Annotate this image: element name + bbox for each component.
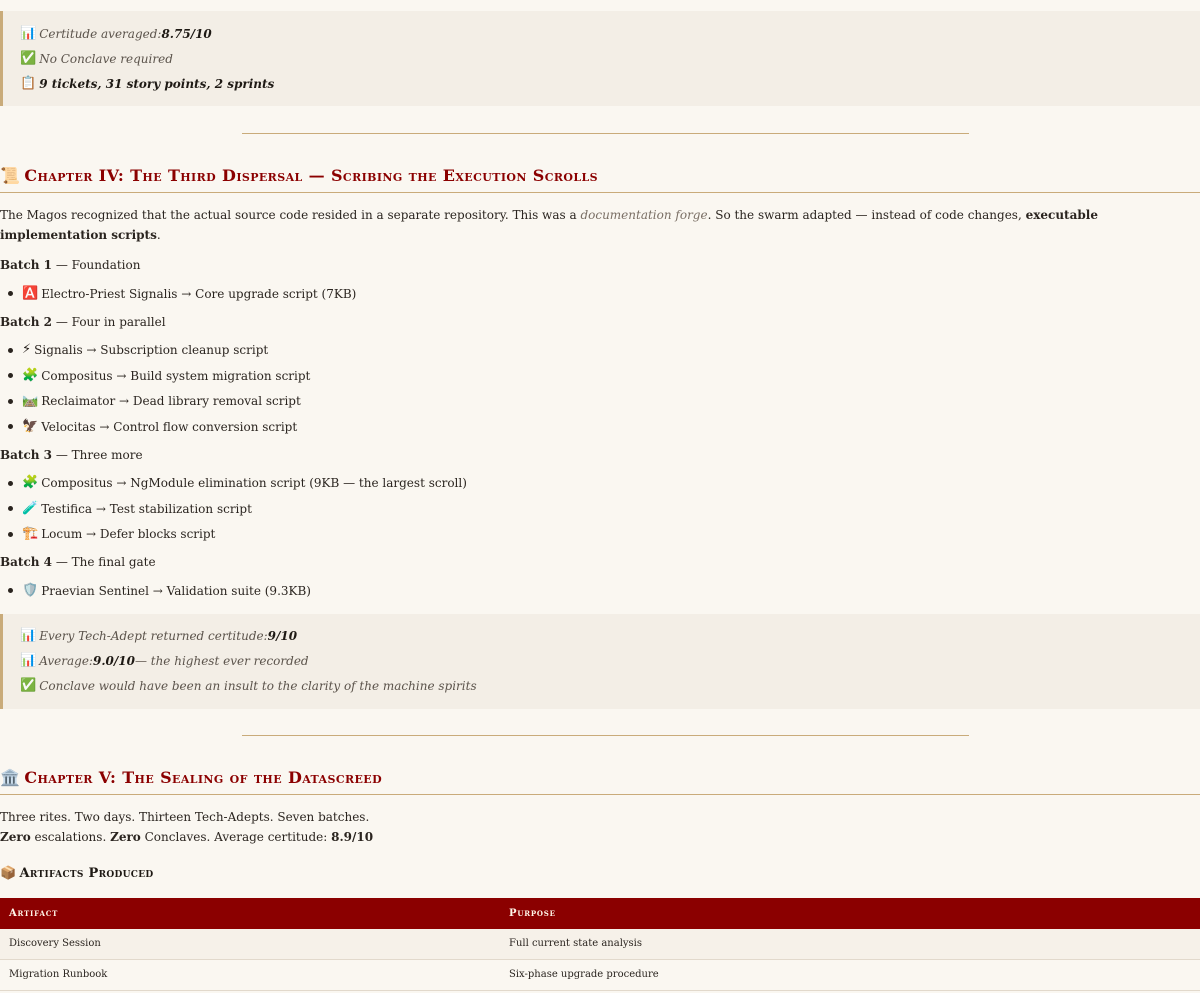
table-cell: Full current state analysis [500, 928, 1200, 960]
classical-building-icon: 🏛️ [0, 767, 21, 787]
batch-1-label: Batch 1 — Foundation [0, 258, 141, 272]
document-page: 📊 Certitude averaged: 8.75/10 ✅ No Concl… [0, 0, 1200, 991]
bar-chart-icon: 📊 [20, 653, 37, 668]
batch-2-list: ⚡ Signalis → Subscription cleanup script … [0, 338, 1200, 440]
list-item: 🧪 Testifica → Test stabilization script [8, 496, 1200, 522]
batch-4-list: 🛡️ Praevian Sentinel → Validation suite (… [0, 578, 1200, 604]
chapter-iv-heading: 📜 Chapter IV: The Third Dispersal — Scri… [0, 160, 1200, 193]
scroll-icon: 📜 [0, 166, 21, 185]
callout-line: 📊 Every Tech-Adept returned certitude: 9… [20, 624, 1200, 649]
puzzle-icon: 🧩 [22, 475, 39, 491]
list-item: 🧩 Compositus → NgModule elimination scrip… [8, 471, 1200, 497]
batch-4-label: Batch 4 — The final gate [0, 555, 156, 569]
table-cell: Migration Runbook [0, 959, 500, 991]
callout-line: ✅ No Conclave required [20, 46, 1200, 71]
table-row: Discovery Session Full current state ana… [0, 928, 1200, 960]
list-item: 🦅 Velocitas → Control flow conversion scr… [8, 414, 1200, 440]
artifacts-heading: 📦 Artifacts Produced [0, 864, 1200, 884]
chapter-v-line-2: Zero escalations. Zero Conclaves. Averag… [0, 829, 374, 844]
chapter-iv-intro: The Magos recognized that the actual sou… [0, 208, 1098, 242]
chapter-v-heading: 🏛️ Chapter V: The Sealing of the Datascr… [0, 762, 1200, 795]
callout-line: 📋 9 tickets, 31 story points, 2 sprints [20, 71, 1200, 96]
bar-chart-icon: 📊 [20, 25, 37, 41]
check-mark-icon: ✅ [20, 678, 37, 693]
list-item: 🛤️ Reclaimator → Dead library removal scr… [8, 389, 1200, 415]
callout-line: 📊 Certitude averaged: 8.75/10 [20, 21, 1200, 46]
table-cell: Discovery Session [0, 928, 500, 960]
puzzle-icon: 🧩 [22, 367, 39, 383]
callout-line: 📊 Average: 9.0/10 — the highest ever rec… [20, 649, 1200, 674]
batch-3-list: 🧩 Compositus → NgModule elimination scrip… [0, 471, 1200, 548]
list-item: 🛡️ Praevian Sentinel → Validation suite (… [8, 578, 1200, 604]
chapter-iv-summary-callout: 📊 Every Tech-Adept returned certitude: 9… [0, 613, 1200, 709]
batch-1-list: 🅰️ Electro-Priest Signalis → Core upgrade… [0, 281, 1200, 307]
artifacts-table: Artifact Purpose Discovery Session Full … [0, 897, 1200, 991]
list-item: ⚡ Signalis → Subscription cleanup script [8, 338, 1200, 364]
bar-chart-icon: 📊 [20, 628, 37, 643]
column-header-purpose: Purpose [500, 897, 1200, 929]
test-tube-icon: 🧪 [22, 500, 39, 516]
eagle-icon: 🦅 [22, 418, 39, 434]
column-header-artifact: Artifact [0, 897, 500, 929]
construction-icon: 🏗️ [22, 526, 39, 542]
summary-callout-top: 📊 Certitude averaged: 8.75/10 ✅ No Concl… [0, 11, 1200, 106]
check-mark-icon: ✅ [20, 50, 37, 66]
chapter-v-line-1: Three rites. Two days. Thirteen Tech-Ade… [0, 809, 370, 824]
package-icon: 📦 [0, 865, 17, 881]
table-header-row: Artifact Purpose [0, 897, 1200, 929]
a-button-icon: 🅰️ [22, 285, 39, 301]
batch-2-label: Batch 2 — Four in parallel [0, 314, 166, 329]
list-item: 🏗️ Locum → Defer blocks script [8, 522, 1200, 548]
lightning-icon: ⚡ [22, 342, 32, 358]
list-item: 🅰️ Electro-Priest Signalis → Core upgrade… [8, 281, 1200, 307]
table-cell: Six-phase upgrade procedure [500, 959, 1200, 991]
callout-line: ✅ Conclave would have been an insult to … [20, 674, 1200, 699]
clipboard-icon: 📋 [20, 75, 37, 91]
batch-3-label: Batch 3 — Three more [0, 447, 143, 462]
list-item: 🧩 Compositus → Build system migration scr… [8, 363, 1200, 389]
table-row: Migration Runbook Six-phase upgrade proc… [0, 959, 1200, 991]
shield-icon: 🛡️ [22, 582, 39, 598]
railway-icon: 🛤️ [22, 393, 39, 409]
